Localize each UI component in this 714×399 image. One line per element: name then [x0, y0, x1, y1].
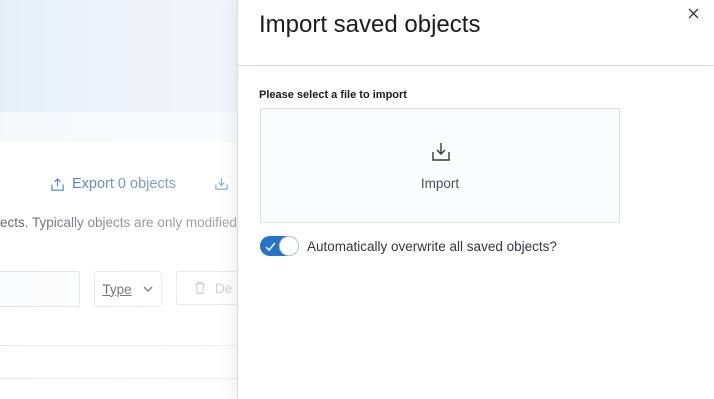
file-picker[interactable]: Import [260, 108, 620, 223]
type-filter-label: Type [102, 281, 132, 297]
flyout-title: Import saved objects [259, 11, 481, 38]
export-icon [51, 177, 64, 191]
overwrite-toggle-row: Automatically overwrite all saved object… [260, 236, 557, 256]
chevron-down-icon [143, 286, 153, 292]
switch-knob [279, 236, 299, 256]
check-icon [265, 242, 276, 252]
export-objects-button[interactable]: Export 0 objects [50, 176, 176, 192]
overwrite-switch[interactable] [260, 236, 299, 256]
page-description: ects. Typically objects are only modifie… [0, 215, 237, 230]
import-icon [432, 143, 450, 161]
file-field-label: Please select a file to import [259, 89, 407, 101]
file-picker-prompt: Import [420, 176, 460, 191]
delete-label: De [215, 280, 233, 296]
search-input[interactable] [0, 271, 80, 307]
trash-icon [195, 281, 205, 295]
flyout-header: Import saved objects [238, 0, 714, 66]
close-button[interactable] [685, 5, 701, 21]
close-icon [688, 8, 698, 18]
import-button[interactable] [214, 176, 229, 191]
import-flyout: Import saved objects Please select a fil… [237, 0, 714, 399]
export-objects-label: Export 0 objects [72, 176, 176, 192]
overwrite-label[interactable]: Automatically overwrite all saved object… [307, 239, 557, 254]
download-icon [215, 177, 228, 190]
type-filter-button[interactable]: Type [94, 271, 162, 307]
